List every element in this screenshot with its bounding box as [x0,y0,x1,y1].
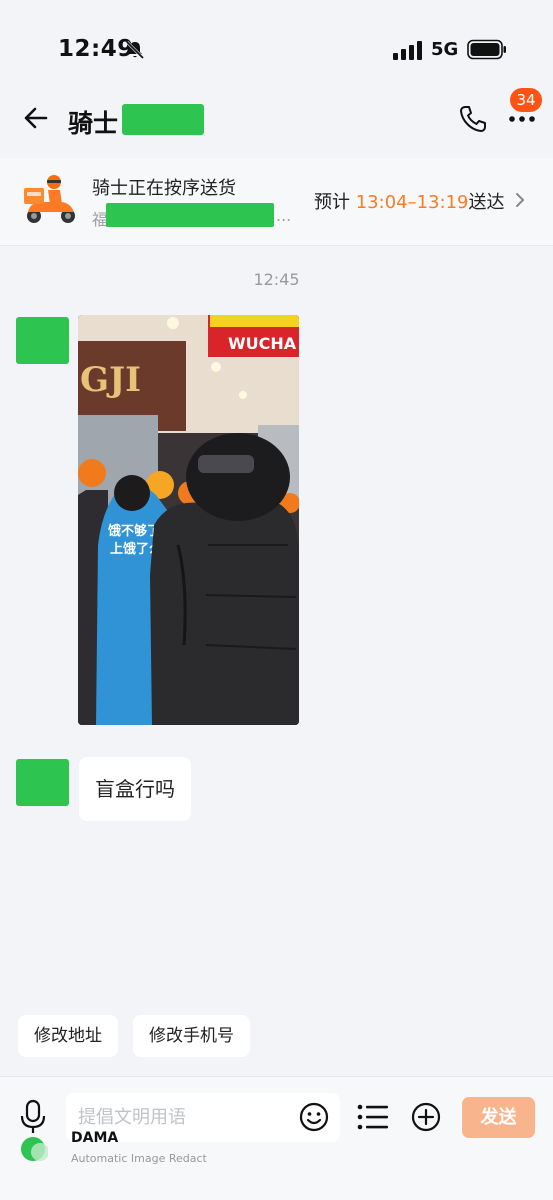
rider-status-card[interactable]: 骑士正在按序送货 福 ... 预计 13:04–13:19送达 [0,158,553,246]
text-message-bubble[interactable]: 盲盒行吗 [79,757,191,821]
chat-header: 骑士 34 [0,88,553,146]
watermark-logo-icon [21,1137,48,1161]
photo-image: GJI WUCHA 饿不够了 上饿了么 [78,315,299,725]
address-ellipsis: ... [276,206,292,225]
svg-text:GJI: GJI [80,360,141,400]
eta-time: 13:04–13:19 [355,192,469,213]
photo-message[interactable]: GJI WUCHA 饿不够了 上饿了么 [78,315,299,725]
eta-prefix: 预计 [314,192,350,213]
phone-icon[interactable] [458,104,488,134]
battery-icon [467,39,506,60]
list-icon[interactable] [356,1102,390,1132]
chevron-right-icon [516,193,525,207]
signal-icon [393,41,422,60]
bell-muted-icon [125,40,145,60]
emoji-icon[interactable] [298,1101,330,1133]
status-bar: 12:49 5G [0,0,553,100]
watermark-subtitle: Automatic Image Redact [71,1152,207,1165]
back-arrow-icon[interactable] [22,104,50,132]
send-button[interactable]: 发送 [462,1097,535,1138]
status-time: 12:49 [58,36,134,62]
message-timestamp: 12:45 [253,270,300,289]
redacted-address-block [106,203,274,227]
sender-avatar[interactable] [16,317,69,364]
unread-badge: 34 [510,88,542,112]
photo-jacket-text-1: 饿不够了 [107,523,160,539]
plus-icon[interactable] [410,1101,442,1133]
sender-avatar[interactable] [16,759,69,806]
modify-phone-button[interactable]: 修改手机号 [133,1015,250,1057]
rider-scooter-icon [20,168,80,228]
more-options-icon[interactable] [508,114,536,124]
photo-sign-text: WUCHA [228,334,297,353]
network-type: 5G [431,39,459,60]
redacted-name-block [122,104,204,135]
watermark-title: DAMA [71,1130,119,1146]
rider-status-text: 骑士正在按序送货 [92,178,236,199]
eta-suffix: 送达 [468,192,505,213]
watermark: DAMA Automatic Image Redact [18,1130,228,1175]
modify-address-button[interactable]: 修改地址 [18,1015,118,1057]
chat-title: 骑士 [68,109,119,138]
eta-text: 预计 13:04–13:19送达 [314,188,504,214]
